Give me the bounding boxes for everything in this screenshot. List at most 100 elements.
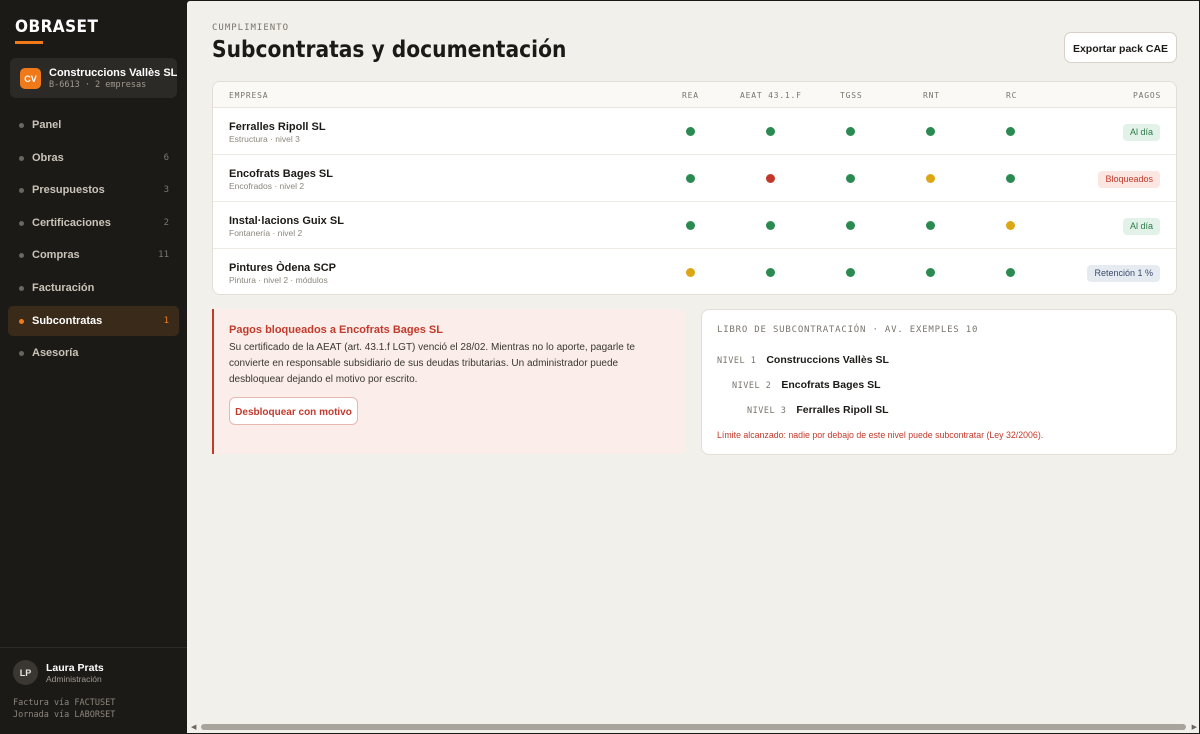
app-logo: OBRASET [15, 17, 99, 37]
company-sub-cell: Pintura · nivel 2 · módulos [229, 275, 328, 285]
nav-dot-icon [19, 351, 24, 357]
sidebar-item-label: Panel [32, 119, 62, 131]
horizontal-scrollbar[interactable]: ◀ ▶ [187, 721, 1199, 733]
nav-dot-icon [19, 123, 24, 128]
laborset-link[interactable]: Jornada vía LABORSET [13, 710, 115, 720]
status-dot-icon [686, 127, 695, 136]
sidebar-item-facturacion[interactable]: Facturación [8, 273, 179, 303]
status-dot-icon [926, 174, 935, 183]
column-header-aeat: AEAT 43.1.F [740, 91, 802, 100]
sidebar-item-certificaciones[interactable]: Certificaciones 2 [8, 208, 179, 238]
table-row[interactable]: Instal·lacions Guix SL Fontanería · nive… [213, 202, 1176, 249]
nav-dot-icon [19, 285, 24, 291]
sidebar-item-count: 11 [158, 250, 169, 261]
subcontractor-table: EMPRESA REA AEAT 43.1.F TGSS RNT RC PAGO… [212, 81, 1177, 295]
status-dot-icon [846, 127, 855, 136]
export-cae-button[interactable]: Exportar pack CAE [1064, 32, 1177, 63]
nav-dot-icon [19, 155, 24, 161]
sidebar-item-label: Obras [32, 151, 64, 164]
level-row: NIVEL 2 Encofrats Bages SL [732, 375, 881, 393]
status-dot-icon [846, 174, 855, 183]
subcontracting-book: LIBRO DE SUBCONTRATACIÓN · AV. EXEMPLES … [701, 309, 1177, 455]
sidebar-item-label: Compras [32, 249, 80, 262]
user-panel: LP Laura Prats Administración Factura ví… [0, 647, 187, 734]
sidebar-item-count: 1 [163, 315, 169, 326]
status-dot-icon [766, 268, 775, 277]
factuset-link[interactable]: Factura vía FACTUSET [13, 698, 115, 708]
scroll-right-icon[interactable]: ▶ [1192, 723, 1197, 731]
status-dot-icon [1006, 268, 1015, 277]
blocked-payments-alert: Pagos bloqueados a Encofrats Bages SL Su… [212, 309, 686, 454]
status-dot-icon [926, 268, 935, 277]
sidebar-item-label: Certificaciones [32, 216, 111, 229]
sidebar-item-compras[interactable]: Compras 11 [8, 240, 179, 270]
level-company: Ferralles Ripoll SL [796, 404, 889, 416]
logo-underline [15, 41, 43, 44]
column-header-empresa: EMPRESA [229, 91, 269, 100]
nav-dot-icon [19, 220, 24, 226]
unblock-with-reason-button[interactable]: Desbloquear con motivo [229, 397, 358, 425]
company-switcher[interactable]: CV Construccions Vallès SL B-6613 · 2 em… [10, 58, 177, 98]
level-tag: NIVEL 3 [747, 406, 787, 416]
status-dot-icon [1006, 221, 1015, 230]
alert-body: Su certificado de la AEAT (art. 43.1.f L… [229, 342, 635, 385]
avatar[interactable]: LP [13, 660, 38, 685]
sidebar-item-count: 3 [163, 185, 169, 196]
main-content: CUMPLIMIENTO Subcontratas y documentació… [187, 1, 1199, 733]
status-dot-icon [1006, 174, 1015, 183]
company-name-cell: Ferralles Ripoll SL [229, 121, 326, 133]
level-limit-note: Límite alcanzado: nadie por debajo de es… [717, 430, 1044, 440]
status-dot-icon [846, 268, 855, 277]
payment-badge: Bloqueados [1098, 171, 1160, 188]
table-row[interactable]: Pintures Òdena SCP Pintura · nivel 2 · m… [213, 249, 1176, 294]
status-dot-icon [686, 174, 695, 183]
sidebar-item-obras[interactable]: Obras 6 [8, 143, 179, 173]
table-row[interactable]: Encofrats Bages SL Encofrados · nivel 2 … [213, 155, 1176, 202]
nav-dot-icon [19, 318, 24, 324]
company-sub-cell: Estructura · nivel 3 [229, 134, 300, 144]
status-dot-icon [686, 221, 695, 230]
sidebar-item-count: 2 [163, 217, 169, 228]
sidebar-item-label: Presupuestos [32, 184, 105, 197]
company-name-cell: Pintures Òdena SCP [229, 262, 336, 274]
status-dot-icon [1006, 127, 1015, 136]
company-name-cell: Instal·lacions Guix SL [229, 215, 344, 227]
user-name: Laura Prats [46, 662, 104, 674]
sidebar-nav: Panel Obras 6 Presupuestos 3 Certificacion… [8, 110, 179, 371]
sidebar-item-label: Asesoría [32, 347, 79, 360]
status-dot-icon [766, 221, 775, 230]
company-name-cell: Encofrats Bages SL [229, 168, 333, 180]
company-badge: CV [20, 68, 41, 89]
company-name: Construccions Vallès SL [49, 67, 178, 79]
scroll-left-icon[interactable]: ◀ [191, 723, 196, 731]
level-company: Construccions Vallès SL [766, 354, 889, 366]
sidebar-item-label: Facturación [32, 281, 95, 294]
page-eyebrow: CUMPLIMIENTO [212, 23, 290, 33]
status-dot-icon [926, 221, 935, 230]
status-dot-icon [766, 127, 775, 136]
status-dot-icon [766, 174, 775, 183]
column-header-tgss: TGSS [840, 91, 863, 100]
company-sub-cell: Encofrados · nivel 2 [229, 181, 305, 191]
level-row: NIVEL 3 Ferralles Ripoll SL [747, 400, 889, 418]
book-title: LIBRO DE SUBCONTRATACIÓN · AV. EXEMPLES … [717, 325, 979, 335]
column-header-rnt: RNT [923, 91, 940, 100]
scrollbar-thumb[interactable] [201, 724, 1186, 730]
sidebar-item-count: 6 [163, 152, 169, 163]
page-title: Subcontratas y documentación [212, 37, 567, 63]
status-dot-icon [686, 268, 695, 277]
user-role: Administración [46, 674, 102, 684]
alert-title: Pagos bloqueados a Encofrats Bages SL [229, 324, 443, 336]
sidebar: OBRASET CV Construccions Vallès SL B-661… [0, 0, 187, 734]
nav-dot-icon [19, 188, 24, 194]
status-dot-icon [846, 221, 855, 230]
sidebar-item-asesoria[interactable]: Asesoría [8, 338, 179, 368]
sidebar-item-presupuestos[interactable]: Presupuestos 3 [8, 175, 179, 205]
sidebar-item-subcontratas[interactable]: Subcontratas 1 [8, 305, 179, 336]
level-tag: NIVEL 1 [717, 356, 757, 366]
table-row[interactable]: Ferralles Ripoll SL Estructura · nivel 3… [213, 108, 1176, 155]
sidebar-item-panel[interactable]: Panel [8, 110, 179, 140]
company-sub-cell: Fontanería · nivel 2 [229, 228, 303, 238]
level-tag: NIVEL 2 [732, 381, 772, 391]
payment-badge: Al día [1122, 124, 1160, 141]
